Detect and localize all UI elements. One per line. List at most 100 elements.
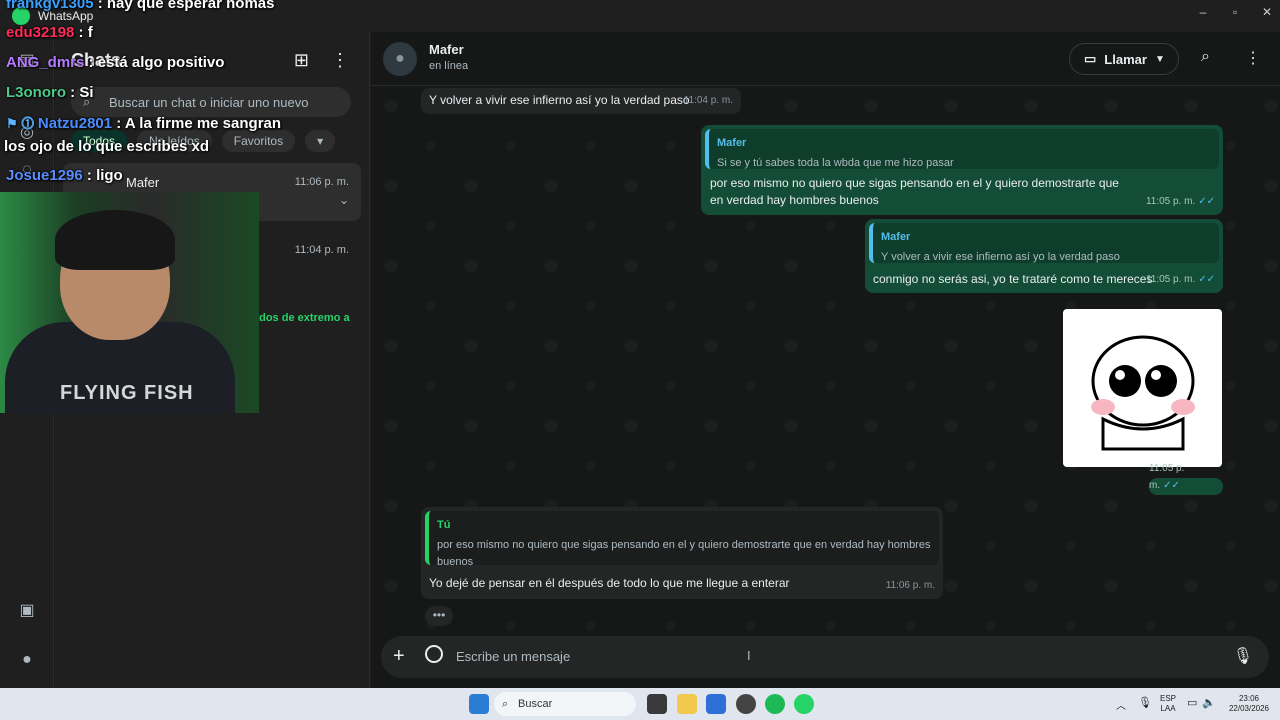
stream-chat-user: Natzu2801 — [37, 115, 113, 132]
stream-chat-user: edu32198 — [6, 24, 75, 41]
profile-icon[interactable]: ● — [17, 650, 37, 670]
quoted-text: Si se y tú sabes toda la wbda que me hiz… — [717, 157, 954, 169]
store-icon[interactable] — [706, 694, 726, 714]
stream-chat-line: ⚑ ⓵ Natzu2801 : A la firme me sangran — [6, 113, 281, 132]
minimize-button[interactable]: – — [1186, 0, 1220, 24]
quoted-text: por eso mismo no quiero que sigas pensan… — [437, 539, 931, 568]
chat-item-name: Mafer — [126, 175, 160, 190]
microphone-icon[interactable]: 🎙 — [1138, 696, 1152, 709]
task-view-icon[interactable] — [647, 694, 667, 714]
stream-chat-text: : ligo — [82, 167, 123, 184]
maximize-button[interactable]: ▫ — [1218, 0, 1252, 24]
quoted-text: Y volver a vivir ese infierno así yo la … — [881, 251, 1120, 263]
language-code: ESP — [1159, 694, 1176, 703]
stream-chat-line: edu32198 : f — [6, 24, 93, 41]
taskbar-search-label: Buscar — [518, 698, 553, 710]
stream-chat-text: : Si — [66, 84, 94, 101]
search-placeholder: Buscar un chat o iniciar uno nuevo — [109, 95, 309, 110]
stream-chat-text: los ojo de lo que escribes xd — [4, 138, 210, 155]
message-text: Yo dejé de pensar en él después de todo … — [429, 576, 790, 590]
attach-plus-icon[interactable]: + — [393, 645, 405, 668]
webcam-shirt-text: FLYING FISH — [60, 382, 194, 404]
message-incoming[interactable]: Y volver a vivir ese infierno así yo la … — [421, 88, 741, 114]
stream-chat-text: : está algo positivo — [84, 54, 225, 71]
stream-chat-line: L3onoro : Si — [6, 84, 94, 101]
start-windows-icon[interactable] — [469, 694, 489, 714]
stream-chat-line: ANG_dmrs : está algo positivo — [6, 54, 224, 71]
new-chat-icon[interactable]: ⊞ — [294, 50, 309, 71]
close-button[interactable]: ✕ — [1250, 0, 1280, 24]
stream-chat-text: : A la firme me sangran — [112, 115, 282, 132]
chat-item-preview: ados de extremo a — [253, 312, 350, 324]
contact-name[interactable]: Mafer — [429, 42, 464, 57]
conversation-header: ● Mafer en línea ▭ Llamar ▼ ⌕ ⋮ — [371, 32, 1280, 86]
webcam-person-hair — [55, 210, 175, 270]
app-icon[interactable] — [736, 694, 756, 714]
stream-chat-text: : hay que esperar nomas — [93, 0, 275, 12]
conversation-panel: ● Mafer en línea ▭ Llamar ▼ ⌕ ⋮ Y volver… — [371, 32, 1280, 688]
message-time: 11:06 p. m. — [885, 580, 935, 591]
whatsapp-window: WhatsApp – ▫ ✕ ▤ ◎ ◌ ▣ ● Chats ⊞ ⋮ ⌕ Bus… — [0, 0, 1280, 688]
chat-item-time: 11:04 p. m. — [294, 244, 349, 256]
media-icon[interactable]: ▣ — [17, 600, 37, 620]
volume-icon[interactable]: 🔈 — [1202, 696, 1216, 709]
sticker-meta: 11:05 p. m. ✓✓ — [1149, 463, 1223, 495]
search-icon: ⌕ — [502, 698, 509, 710]
message-time: 11:05 p. m. — [1145, 274, 1196, 285]
text-cursor-icon: I — [747, 648, 751, 663]
quoted-author: Tú — [437, 519, 451, 531]
contact-status: en línea — [429, 60, 469, 72]
clock-time[interactable]: 23:06 — [1222, 694, 1276, 704]
stream-chat-line: frankgv1305 : hay que esperar nomas — [6, 0, 274, 12]
stream-chat-user: ANG_dmrs — [6, 54, 85, 71]
file-explorer-icon[interactable] — [677, 694, 697, 714]
taskbar-search[interactable]: ⌕ Buscar — [494, 692, 636, 716]
network-icon[interactable]: ▭ — [1187, 696, 1197, 709]
message-time: 11:04 p. m. — [683, 95, 733, 106]
chevron-up-icon[interactable]: ︿ — [1116, 697, 1126, 712]
quoted-message[interactable]: Mafer Y volver a vivir ese infierno así … — [869, 223, 1219, 263]
badge-icon: ⚑ ⓵ — [6, 116, 38, 131]
message-text: Y volver a vivir ese infierno así yo la … — [429, 93, 690, 107]
search-icon[interactable]: ⌕ — [1201, 48, 1210, 66]
sticker-emoji-icon[interactable] — [425, 645, 443, 663]
read-receipt-icon: ✓✓ — [1198, 196, 1215, 207]
message-outgoing[interactable]: Mafer Y volver a vivir ese infierno así … — [865, 219, 1223, 293]
quoted-author: Mafer — [881, 231, 911, 243]
sticker-character-icon — [1091, 335, 1195, 451]
quoted-message[interactable]: Tú por eso mismo no quiero que sigas pen… — [425, 511, 939, 568]
language-layout: LAA — [1160, 704, 1176, 713]
message-text: por eso mismo no quiero que sigas pensan… — [710, 176, 1119, 207]
spotify-icon[interactable] — [765, 694, 785, 714]
whatsapp-taskbar-icon[interactable] — [794, 694, 814, 714]
call-label: Llamar — [1104, 51, 1147, 67]
video-call-icon: ▭ — [1084, 51, 1097, 66]
stream-chat-line: los ojo de lo que escribes xd — [4, 138, 209, 155]
message-text: conmigo no serás asi, yo te trataré como… — [873, 272, 1153, 286]
typing-indicator-icon: ••• — [425, 606, 453, 626]
microphone-icon[interactable]: 🎙 — [1233, 646, 1253, 666]
stream-chat-user: Josue1296 — [6, 167, 83, 184]
chat-item-time: 11:06 p. m. — [294, 176, 349, 188]
message-time: 11:05 p. m. — [1145, 196, 1196, 207]
message-input[interactable]: Escribe un mensaje — [456, 649, 570, 664]
call-button[interactable]: ▭ Llamar ▼ — [1069, 43, 1179, 75]
clock-date[interactable]: 22/03/2026 — [1222, 704, 1276, 714]
stream-chat-text: : f — [74, 24, 93, 41]
sticker-image[interactable] — [1063, 309, 1222, 467]
webcam-overlay: FLYING FISH — [0, 192, 259, 413]
quoted-author: Mafer — [717, 137, 747, 149]
chevron-down-icon[interactable]: ⌄ — [339, 193, 349, 207]
filter-more-chevron-icon[interactable]: ▾ — [305, 130, 336, 152]
stream-chat-user: frankgv1305 — [6, 0, 94, 12]
contact-avatar-icon[interactable]: ● — [383, 42, 417, 76]
message-outgoing[interactable]: Mafer Si se y tú sabes toda la wbda que … — [701, 125, 1223, 215]
quoted-message[interactable]: Mafer Si se y tú sabes toda la wbda que … — [705, 129, 1219, 169]
chevron-down-icon: ▼ — [1154, 53, 1165, 65]
filter-favorites[interactable]: Favoritos — [221, 130, 296, 152]
menu-icon[interactable]: ⋮ — [331, 50, 349, 71]
message-composer[interactable]: + Escribe un mensaje I 🎙 — [381, 636, 1269, 678]
message-incoming[interactable]: Tú por eso mismo no quiero que sigas pen… — [421, 507, 943, 599]
menu-icon[interactable]: ⋮ — [1245, 48, 1261, 68]
stream-chat-user: L3onoro — [6, 84, 66, 101]
